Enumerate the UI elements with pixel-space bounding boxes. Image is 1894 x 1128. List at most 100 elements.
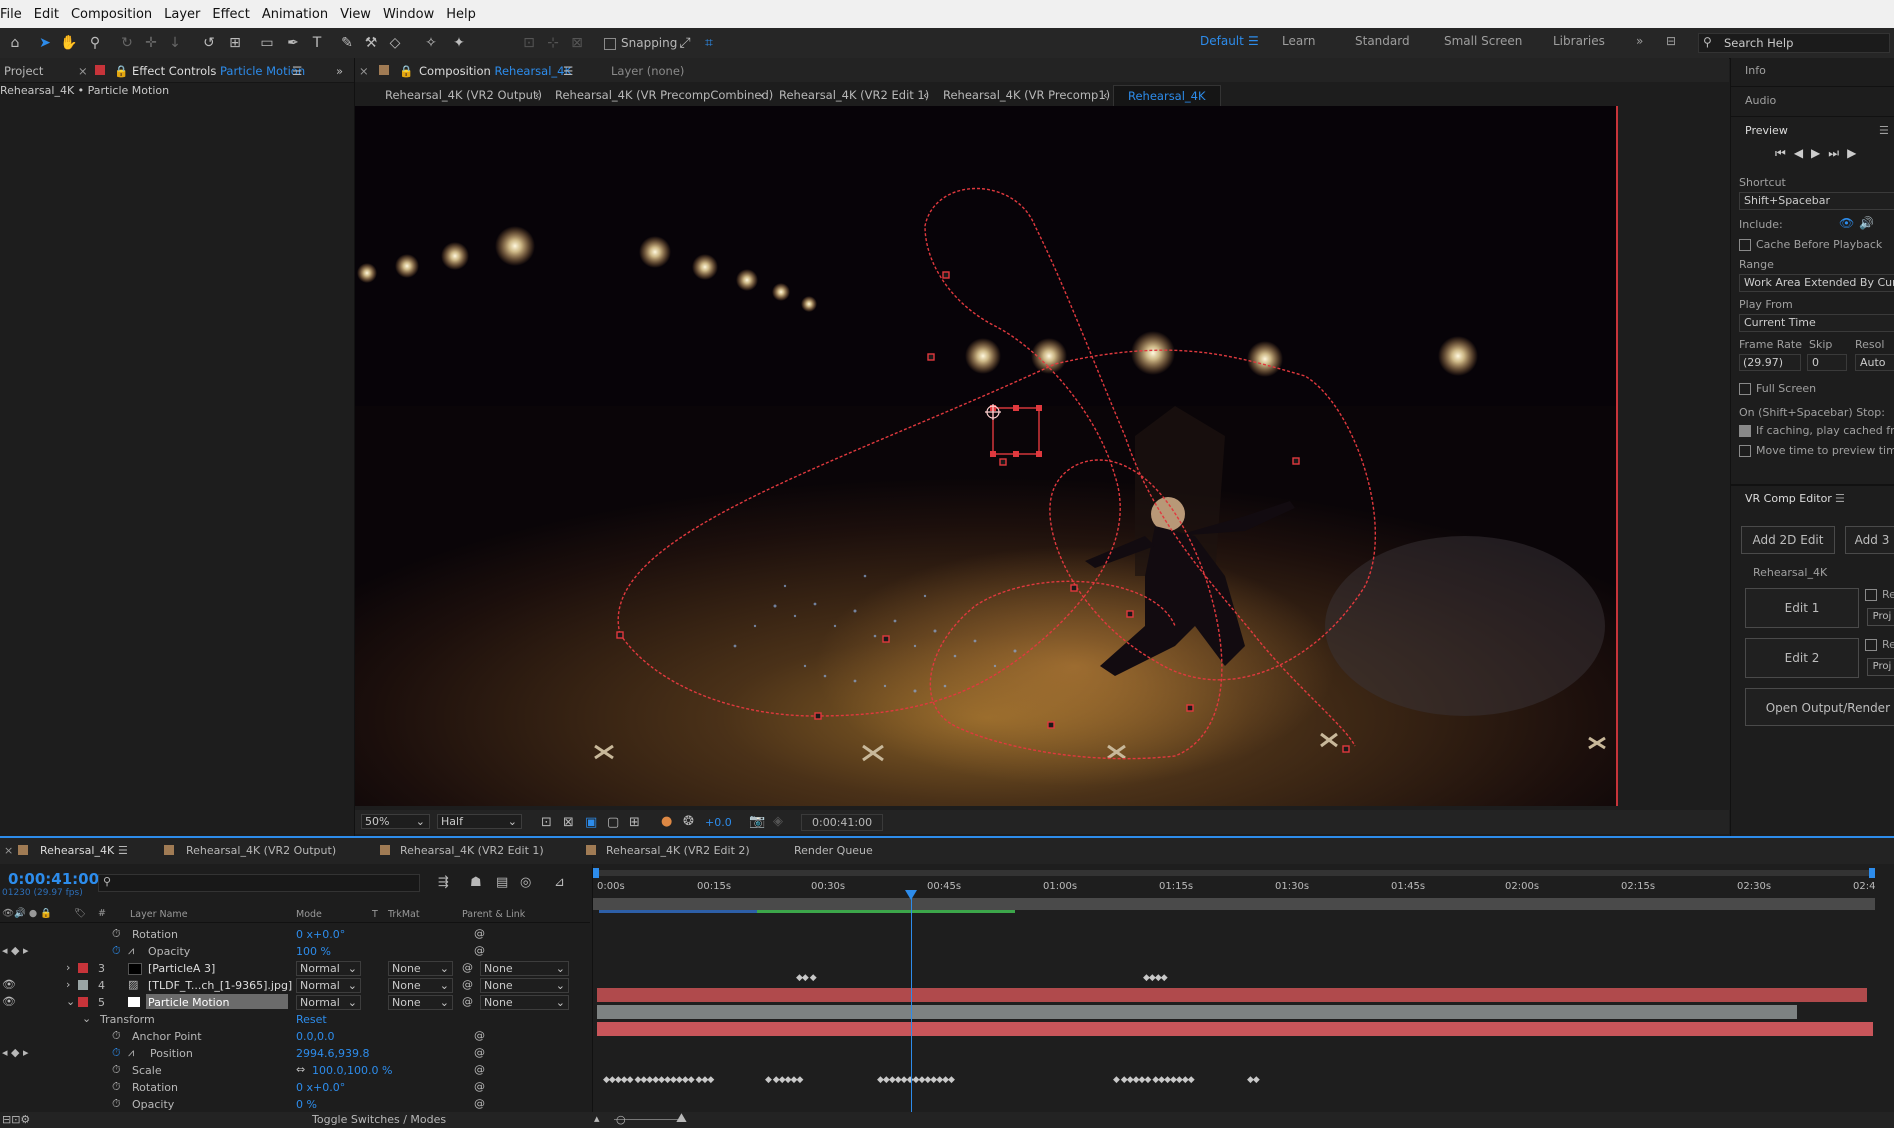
close-icon[interactable]: ×	[4, 844, 13, 857]
stopwatch-icon[interactable]: ⏱	[112, 1046, 121, 1060]
keyframe-group[interactable]: ◆◆◆◆◆ ◆◆◆◆◆◆◆◆◆◆ ◆◆◆	[603, 1075, 714, 1085]
cache-before-playback[interactable]: Cache Before Playback	[1739, 238, 1882, 251]
timeline-tab-vr2-output[interactable]: Rehearsal_4K (VR2 Output)	[186, 844, 336, 857]
time-navigator[interactable]	[593, 870, 1873, 876]
stopwatch-icon[interactable]: ⏱	[112, 1080, 121, 1094]
tab-effect-controls[interactable]: Effect Controls Particle Motion	[132, 64, 305, 78]
dolly-tool-icon[interactable]: ↓	[166, 34, 184, 52]
menu-composition[interactable]: Composition	[71, 7, 152, 22]
breadcrumb-vr2-edit-1[interactable]: Rehearsal_4K (VR2 Edit 1)	[779, 88, 929, 102]
menu-effect[interactable]: Effect	[212, 7, 249, 22]
lock-icon[interactable]: 🔒	[114, 64, 128, 78]
pick-whip-icon[interactable]: @	[462, 978, 473, 991]
first-frame-icon[interactable]: ⏮	[1775, 146, 1794, 160]
render-option-1-checkbox[interactable]	[1865, 589, 1877, 601]
play-icon[interactable]: ▶	[1811, 146, 1828, 160]
layer-row-selected[interactable]: 👁 ⌄ 5 Particle Motion Normal ⌄ None ⌄ @ No…	[0, 994, 590, 1011]
expand-panels-icon[interactable]: »	[336, 64, 343, 78]
timeline-tab-active[interactable]: Rehearsal_4K	[40, 844, 114, 857]
rotate-tool-icon[interactable]: ↺	[200, 34, 218, 52]
stopwatch-icon[interactable]: ⏱	[112, 1097, 121, 1111]
layer-name-header[interactable]: Layer Name	[130, 909, 188, 920]
chevron-right-icon[interactable]: ›	[66, 961, 70, 974]
zoom-out-icon[interactable]: ▴	[594, 1112, 600, 1125]
label-column-icon[interactable]: 🏷	[74, 908, 86, 919]
breadcrumb-current[interactable]: Rehearsal_4K	[1113, 85, 1221, 107]
transform-group-row[interactable]: ⌄ Transform Reset	[0, 1011, 590, 1028]
layer-bar-particlea3[interactable]	[597, 988, 1867, 1002]
property-row[interactable]: ⏱ Anchor Point 0.0,0.0 @	[0, 1028, 590, 1045]
tab-layer[interactable]: Layer (none)	[611, 64, 684, 78]
keyframe-navigator-icon[interactable]: ◂ ◆ ▸	[2, 1046, 29, 1059]
color-channels-icon[interactable]: ●	[661, 814, 672, 829]
pick-whip-icon[interactable]: @	[474, 927, 485, 940]
show-snapshot-icon[interactable]: ◈	[773, 814, 783, 829]
trkmat-dropdown[interactable]: None ⌄	[388, 961, 453, 976]
rectangle-tool-icon[interactable]: ▭	[258, 34, 276, 52]
preview-resolution-dropdown[interactable]: Auto	[1860, 356, 1886, 369]
stopwatch-icon[interactable]: ⏱	[112, 1029, 121, 1043]
breadcrumb-vr-precomp-combined[interactable]: Rehearsal_4K (VR PrecompCombined)	[555, 88, 773, 102]
keyframe-navigator-icon[interactable]: ◂ ◆ ▸	[2, 944, 29, 957]
layer-row[interactable]: › 3 [ParticleA 3] Normal ⌄ None ⌄ @ None ⌄	[0, 960, 590, 977]
pick-whip-icon[interactable]: @	[462, 995, 473, 1008]
pan-behind-tool-icon[interactable]: ⊞	[226, 34, 244, 52]
puppet-tool-icon[interactable]: ✦	[450, 34, 468, 52]
frame-blending-icon[interactable]: ◎	[520, 875, 531, 890]
navigator-end-handle[interactable]	[1869, 868, 1875, 878]
mask-visibility-icon[interactable]: ▣	[585, 815, 597, 830]
project-2-button[interactable]: Proj	[1867, 658, 1894, 676]
panel-menu-icon[interactable]: ☰	[118, 844, 128, 857]
hide-shy-layers-icon[interactable]: ▤	[496, 875, 508, 890]
timeline-tab-vr2-edit-1[interactable]: Rehearsal_4K (VR2 Edit 1)	[400, 844, 544, 857]
menu-window[interactable]: Window	[383, 7, 434, 22]
av-switches-icon[interactable]: 👁🔊 ● 🔒	[2, 908, 52, 919]
render-option-2[interactable]: Re	[1865, 638, 1894, 651]
resolution-dropdown[interactable]: Half ⌄	[437, 814, 522, 829]
breadcrumb-vr2-output[interactable]: Rehearsal_4K (VR2 Output)	[385, 88, 542, 102]
keyframe-group[interactable]: ◆◆	[1247, 1075, 1260, 1085]
breadcrumb-vr-precomp1[interactable]: Rehearsal_4K (VR Precomp1)	[943, 88, 1110, 102]
constrain-proportions-icon[interactable]: ⇔	[296, 1063, 305, 1076]
time-ruler[interactable]: 0:00s 00:15s 00:30s 00:45s 01:00s 01:15s…	[593, 878, 1894, 898]
type-tool-icon[interactable]: T	[308, 34, 326, 52]
if-caching-checkbox[interactable]	[1739, 425, 1751, 437]
snapping-checkbox[interactable]	[604, 37, 616, 50]
selection-tool-icon[interactable]: ➤	[36, 34, 54, 52]
pick-whip-icon[interactable]: @	[474, 1029, 485, 1042]
home-icon[interactable]: ⌂	[6, 34, 24, 52]
footer-toggle-icons[interactable]: ⊟⊡⚙	[2, 1113, 30, 1126]
parent-link-header[interactable]: Parent & Link	[462, 909, 525, 920]
local-axis-icon[interactable]: ⊡	[520, 34, 538, 52]
menu-help[interactable]: Help	[446, 7, 476, 22]
world-axis-icon[interactable]: ⊹	[544, 34, 562, 52]
panel-menu-icon[interactable]: ☰	[292, 64, 302, 78]
roto-brush-tool-icon[interactable]: ✧	[422, 34, 440, 52]
property-row[interactable]: ⏱ Opacity 0 % @	[0, 1096, 590, 1113]
parent-dropdown[interactable]: None ⌄	[480, 978, 569, 993]
layer-bar-tldf[interactable]	[597, 1005, 1797, 1019]
playhead-line[interactable]	[911, 892, 912, 1112]
pan-tool-icon[interactable]: ✛	[142, 34, 160, 52]
timeline-current-time[interactable]: 0:00:41:00	[8, 870, 99, 888]
parent-dropdown[interactable]: None ⌄	[480, 961, 569, 976]
layer-name[interactable]: Particle Motion	[148, 996, 229, 1009]
trkmat-dropdown[interactable]: None ⌄	[388, 995, 453, 1010]
property-value[interactable]: 100 %	[296, 945, 331, 958]
zoom-slider-thumb[interactable]: ○	[616, 1113, 626, 1126]
full-screen-option[interactable]: Full Screen	[1739, 382, 1816, 395]
navigator-start-handle[interactable]	[593, 868, 599, 878]
tab-project[interactable]: Project	[4, 64, 43, 78]
label-color-swatch[interactable]	[78, 980, 88, 990]
workspace-overflow-icon[interactable]: ⊟	[1666, 34, 1676, 48]
open-output-render-button[interactable]: Open Output/Render	[1745, 688, 1894, 726]
move-time-checkbox[interactable]	[1739, 445, 1751, 457]
layer-name[interactable]: [TLDF_T...ch_[1-9365].jpg]	[148, 979, 292, 992]
edit-1-button[interactable]: Edit 1	[1745, 588, 1859, 628]
layer-name[interactable]: [ParticleA 3]	[148, 962, 215, 975]
comp-mini-flowchart-icon[interactable]: ⇶	[438, 875, 449, 890]
clone-stamp-tool-icon[interactable]: ⚒	[362, 34, 380, 52]
timeline-tab-render-queue[interactable]: Render Queue	[794, 844, 873, 857]
chevron-down-icon[interactable]: ⌄	[66, 995, 75, 1008]
keyframe-group[interactable]: ◆ ◆◆◆◆◆ ◆◆◆◆◆◆◆	[1113, 1075, 1195, 1085]
